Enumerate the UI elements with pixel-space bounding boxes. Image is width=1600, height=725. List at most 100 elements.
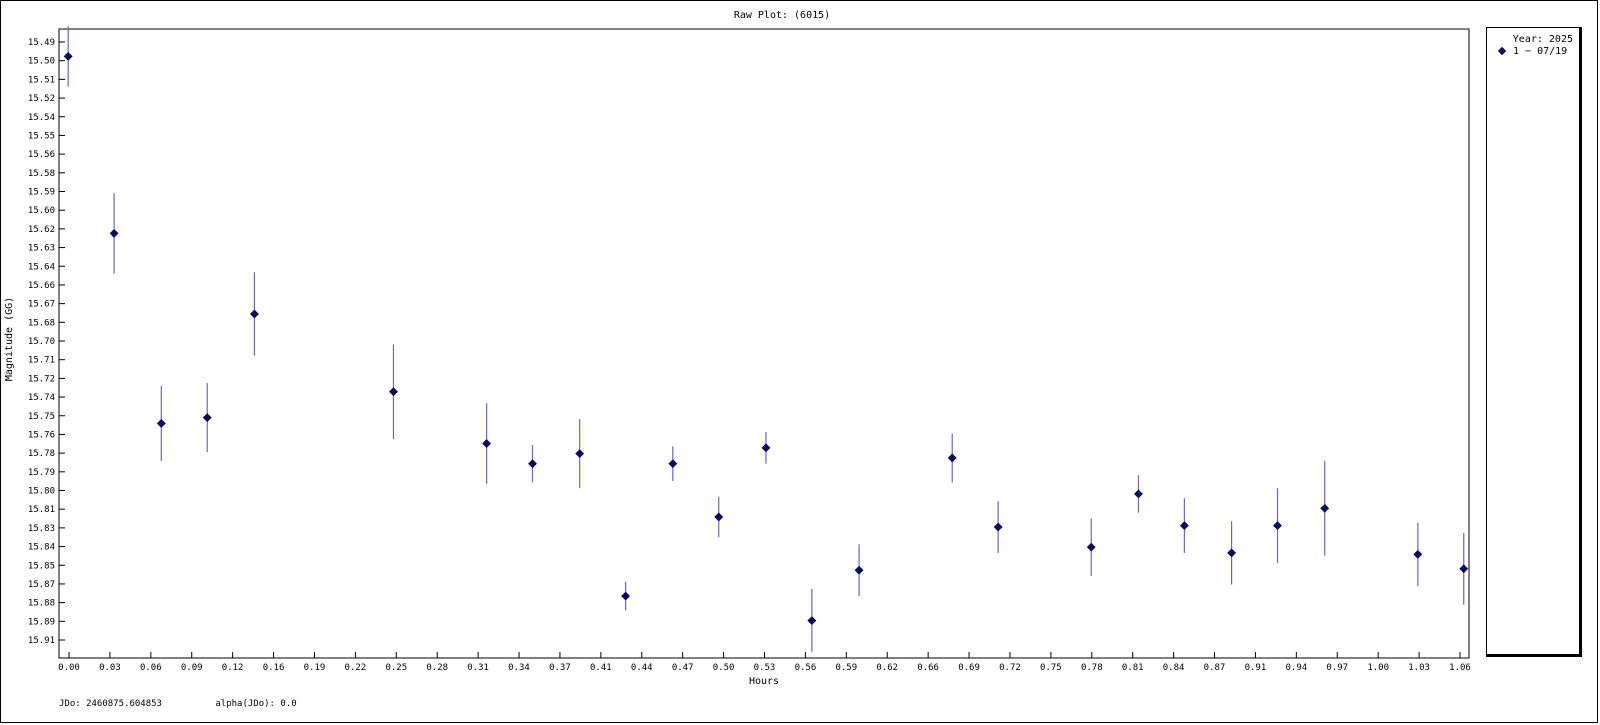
x-tick-label: 0.47 [672,663,694,673]
y-tick-label: 15.56 [28,150,55,160]
data-point [109,228,119,238]
legend: Year: 2025 1 − 07/19 [1486,27,1582,657]
data-point [1459,564,1469,574]
data-point [249,309,259,319]
data-point [527,459,538,469]
y-tick-label: 15.79 [28,468,55,478]
x-axis-ticks: 0.00 0.03 0.06 0.09 0.12 0.16 0.19 0.22 0.25 0.28… [58,652,1471,673]
y-tick-label: 15.49 [28,38,55,48]
x-tick-label: 0.31 [467,663,489,673]
y-tick-label: 15.83 [28,524,55,534]
legend-entry: 1 − 07/19 [1497,46,1567,90]
chart-title: Raw Plot: (6015) [734,10,830,21]
x-tick-label: 0.00 [58,663,80,673]
y-tick-label: 15.88 [28,599,55,609]
x-tick-label: 0.44 [631,663,653,673]
x-tick-label: 1.00 [1367,663,1389,673]
y-tick-label: 15.85 [28,561,55,571]
x-tick-label: 0.78 [1081,663,1103,673]
data-point [63,51,73,61]
y-tick-label: 15.74 [28,393,55,403]
x-tick-label: 0.69 [958,663,980,673]
x-tick-label: 0.28 [426,663,448,673]
data-point [1179,521,1189,531]
data-point [1413,549,1423,559]
x-tick-label: 0.03 [99,663,121,673]
y-tick-label: 15.89 [28,617,55,627]
y-tick-label: 15.62 [28,225,55,235]
x-tick-label: 0.94 [1286,663,1308,673]
x-tick-label: 0.25 [385,663,407,673]
y-tick-label: 15.84 [28,543,55,553]
data-point [1272,521,1283,531]
jdo-value: JDo: 2460875.604853 [59,699,162,709]
data-point [714,512,724,522]
legend-label: 1 − 07/19 [1513,46,1568,57]
x-tick-label: 0.41 [590,663,612,673]
x-tick-label: 0.16 [263,663,285,673]
data-point [1320,503,1330,513]
y-tick-label: 15.50 [28,57,55,67]
legend-title: Year: 2025 [1512,34,1573,45]
x-tick-label: 0.34 [508,663,530,673]
x-tick-label: 0.22 [345,663,367,673]
y-tick-label: 15.71 [28,356,55,366]
x-tick-label: 0.37 [549,663,571,673]
x-tick-label: 0.12 [222,663,244,673]
data-point [1227,548,1237,558]
y-tick-label: 15.76 [28,430,55,440]
x-tick-label: 0.59 [835,663,857,673]
data-point [993,522,1003,532]
raw-plot-chart: Raw Plot: (6015) 15.49 15.50 15.51 15.52 15.… [4,10,1471,687]
data-point [202,413,212,423]
data-point [854,565,864,575]
y-tick-label: 15.70 [28,337,55,347]
y-tick-label: 15.64 [28,262,55,272]
data-point [761,443,771,453]
y-tick-label: 15.55 [28,131,55,141]
x-tick-label: 0.97 [1326,663,1348,673]
y-tick-label: 15.75 [28,412,55,422]
y-tick-label: 15.60 [28,206,55,216]
y-tick-label: 15.68 [28,318,55,328]
y-tick-label: 15.66 [28,281,55,291]
y-tick-label: 15.52 [28,94,55,104]
data-point [807,616,817,626]
data-points [63,26,1469,653]
x-tick-label: 0.06 [140,663,162,673]
y-tick-label: 15.81 [28,505,55,515]
plot-area [58,28,1470,659]
footer-info: JDo: 2460875.604853 alpha(JDo): 0.0 [59,699,297,709]
x-tick-label: 0.87 [1204,663,1226,673]
data-point [156,418,166,428]
x-tick-label: 1.06 [1449,663,1471,673]
data-point [482,438,492,449]
data-point [575,449,585,459]
y-tick-label: 15.54 [28,113,55,123]
x-tick-label: 0.09 [181,663,203,673]
x-tick-label: 1.03 [1408,663,1430,673]
diamond-marker-icon [1497,46,1507,56]
x-tick-label: 0.72 [999,663,1021,673]
y-tick-label: 15.51 [28,75,55,85]
x-tick-label: 0.84 [1163,663,1185,673]
y-tick-label: 15.91 [28,636,55,646]
x-tick-label: 0.62 [876,663,898,673]
y-tick-label: 15.67 [28,300,55,310]
alpha-value: alpha(JDo): 0.0 [215,699,297,709]
y-axis-label: Magnitude (GG) [4,297,15,381]
data-point [621,591,631,601]
data-point [388,387,399,397]
x-tick-label: 0.81 [1122,663,1144,673]
data-point [1086,542,1096,552]
x-axis-label: Hours [749,676,779,687]
data-point [1133,489,1144,499]
y-tick-label: 15.78 [28,449,55,459]
x-tick-label: 0.75 [1040,663,1062,673]
y-tick-label: 15.72 [28,374,55,384]
data-point [947,453,957,463]
y-tick-label: 15.63 [28,244,55,254]
x-tick-label: 0.53 [754,663,776,673]
y-tick-label: 15.59 [28,188,55,198]
x-tick-label: 0.66 [917,663,939,673]
